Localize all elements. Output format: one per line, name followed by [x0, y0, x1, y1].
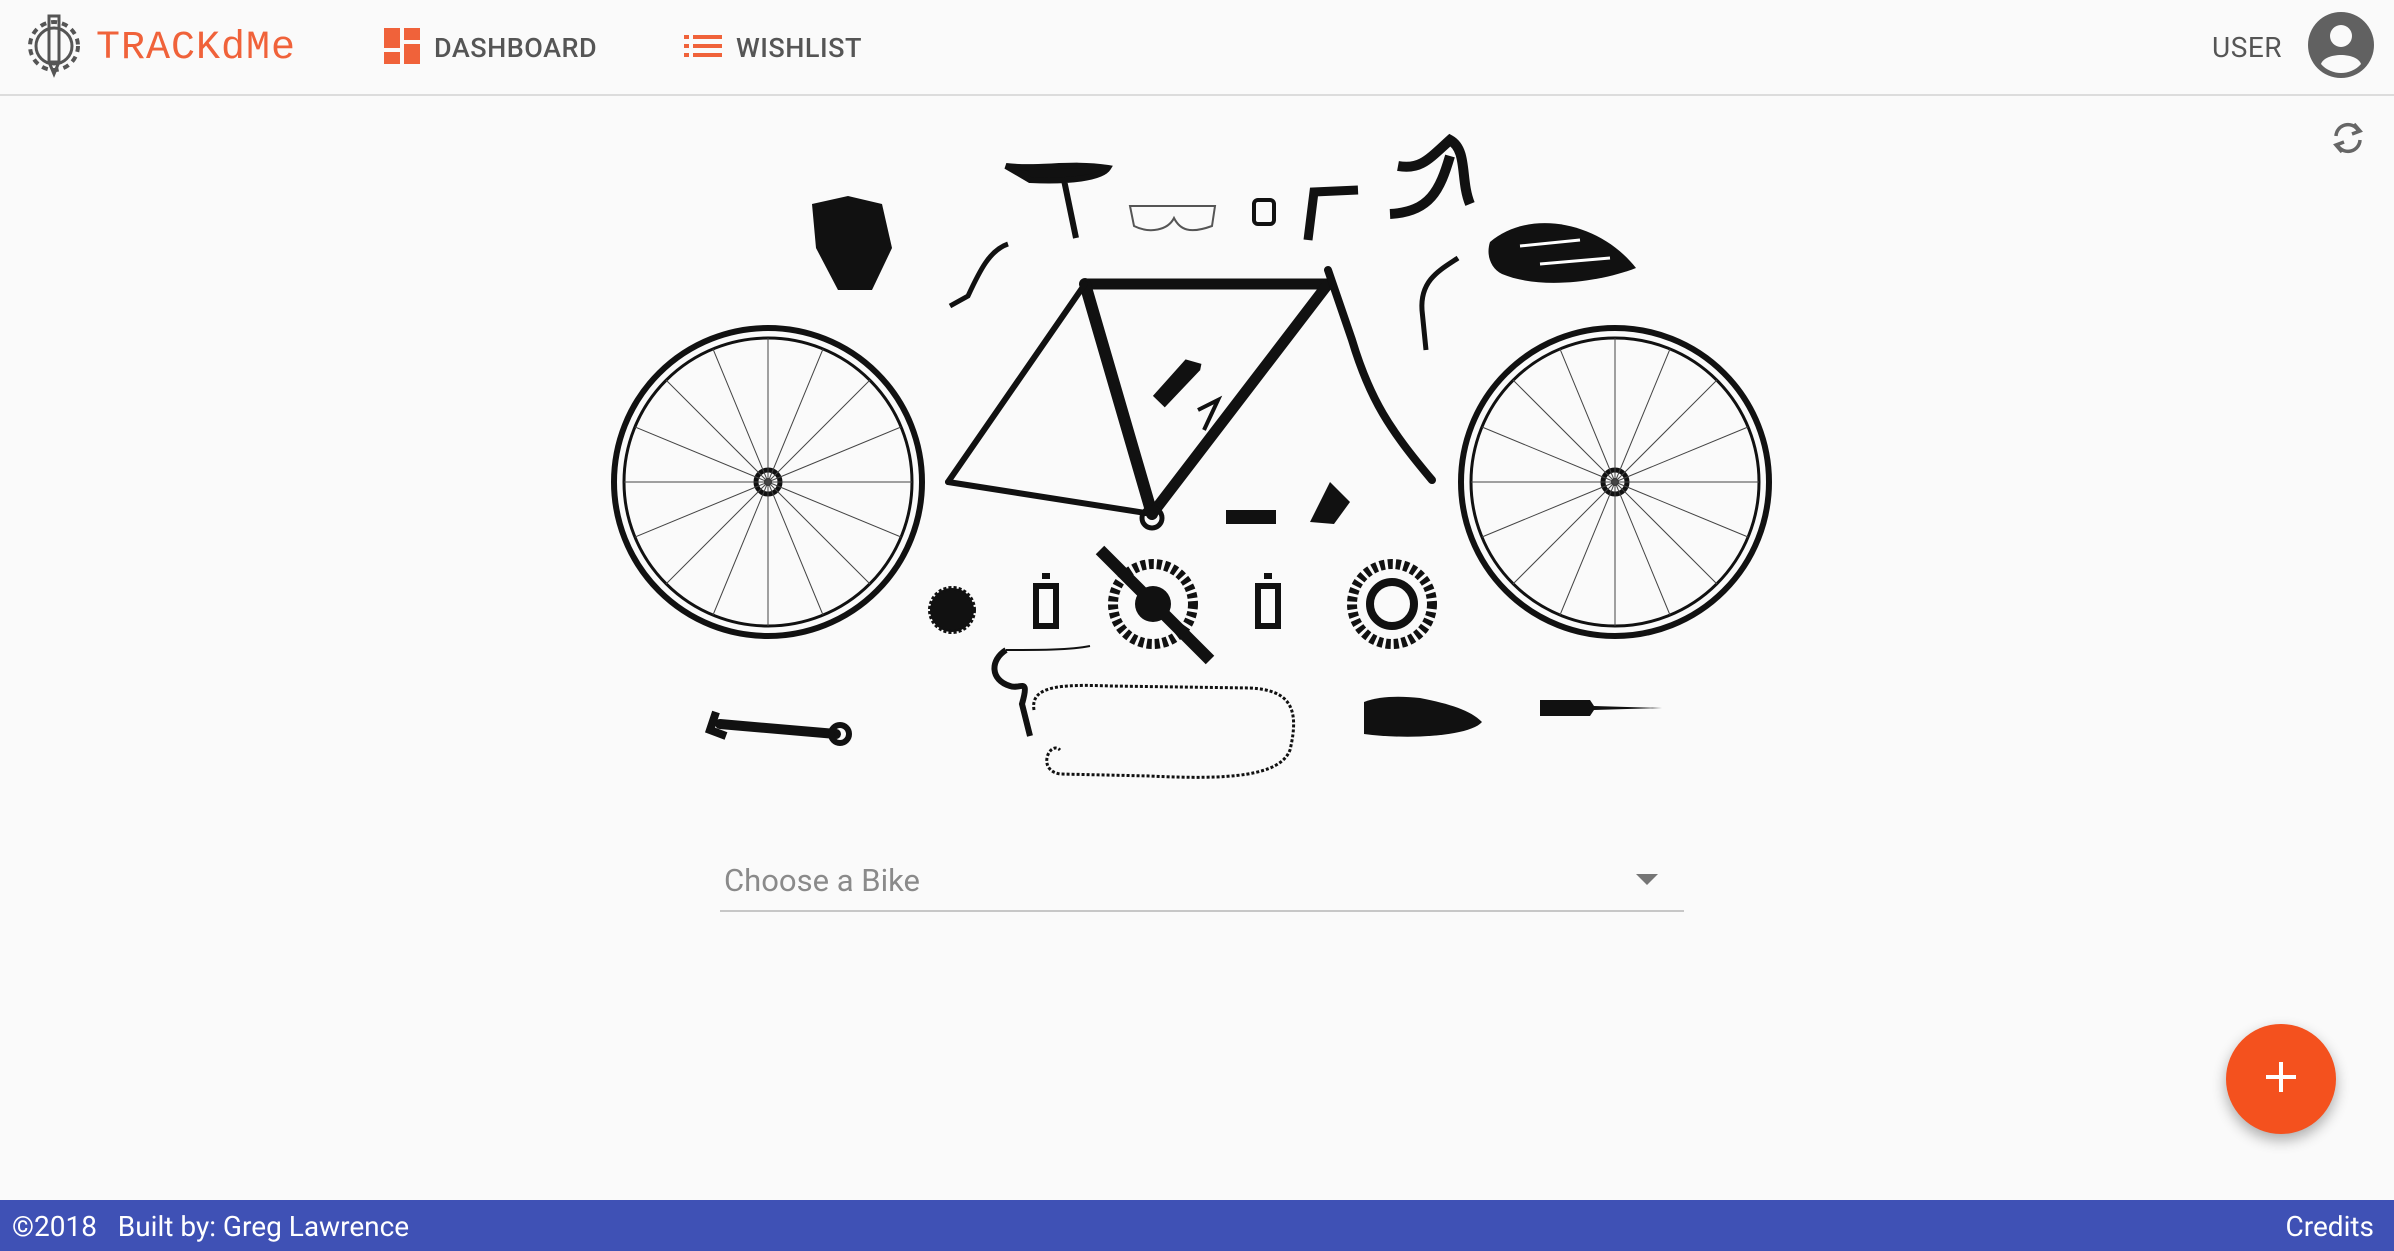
cycling-shoe-image [1364, 696, 1482, 737]
bottle-image [1152, 359, 1202, 408]
chain-image [1032, 683, 1296, 779]
wrench-image [715, 719, 841, 739]
brake-lever-image [948, 241, 1009, 309]
top-app-bar: TRACKdMe DASHBOARD WISHLIST USER [0, 0, 2394, 96]
add-bike-button[interactable] [2226, 1024, 2336, 1134]
glove-image [812, 196, 892, 290]
helmet-image [1488, 223, 1636, 283]
dashboard-icon [384, 28, 420, 68]
plus-icon [2264, 1060, 2298, 1098]
brand[interactable]: TRACKdMe [26, 14, 296, 82]
glasses-image [1128, 205, 1217, 232]
bike-select[interactable]: Choose a Bike [720, 848, 1684, 912]
chevron-down-icon [1636, 874, 1658, 885]
user-menu[interactable]: USER [2212, 12, 2374, 82]
nav-dashboard-label: DASHBOARD [434, 32, 598, 64]
pedal-image [1033, 573, 1059, 629]
bike-parts-illustration [590, 130, 1810, 790]
brake-lever-image-2 [1419, 255, 1460, 351]
chainring-image [1347, 559, 1437, 649]
rear-wheel-image [1458, 325, 1772, 639]
saddle-image [1004, 162, 1113, 239]
handlebar-image [1389, 133, 1475, 219]
frame-image [945, 266, 1436, 531]
screwdriver-image [1540, 700, 1662, 716]
logo-icon [26, 12, 82, 84]
footer: ©2018 Built by: Greg Lawrence Credits [0, 1200, 2394, 1251]
nav-dashboard[interactable]: DASHBOARD [384, 26, 597, 70]
app-title: TRACKdMe [96, 25, 297, 71]
nav-wishlist-label: WISHLIST [736, 32, 862, 64]
user-label: USER [2212, 30, 2282, 64]
bottom-bracket-image [1226, 510, 1276, 524]
rear-derailleur-image [991, 647, 1033, 737]
bike-select-placeholder: Choose a Bike [724, 862, 920, 899]
nav-wishlist[interactable]: WISHLIST [684, 26, 862, 70]
footer-copyright: ©2018 Built by: Greg Lawrence [12, 1210, 410, 1243]
list-icon [684, 32, 722, 64]
credits-link[interactable]: Credits [2285, 1210, 2374, 1243]
refresh-button[interactable] [2326, 116, 2370, 160]
account-circle-icon [2308, 12, 2374, 82]
pedal-image-2 [1255, 573, 1281, 629]
bike-computer-image [1252, 198, 1276, 226]
cassette-image [928, 586, 976, 634]
front-wheel-image [611, 325, 925, 639]
refresh-icon [2326, 122, 2370, 164]
front-derailleur-image [1310, 482, 1350, 524]
stem-image [1303, 185, 1359, 241]
